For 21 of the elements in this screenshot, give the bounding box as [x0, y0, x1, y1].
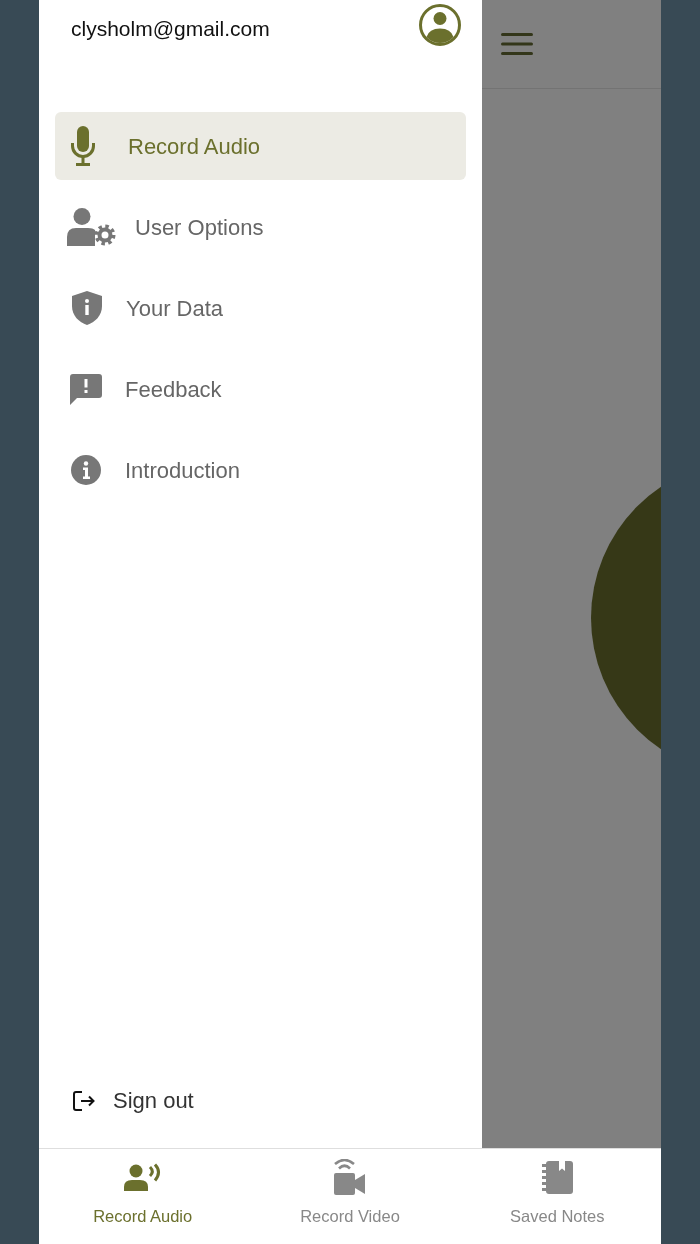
- drawer-menu-item[interactable]: User Options: [55, 193, 466, 261]
- drawer-menu-item[interactable]: Your Data: [55, 274, 466, 342]
- bottom-tab[interactable]: Saved Notes: [453, 1149, 661, 1244]
- drawer-menu-item[interactable]: Feedback: [55, 355, 466, 423]
- microphone-icon: [70, 126, 96, 166]
- drawer-menu-item[interactable]: Introduction: [55, 436, 466, 504]
- video-camera-icon: [334, 1159, 366, 1195]
- drawer-menu-item[interactable]: Record Audio: [55, 112, 466, 180]
- sign-out-icon: [73, 1091, 95, 1111]
- shield-icon: [72, 291, 102, 325]
- bottom-tab[interactable]: Record Video: [246, 1149, 454, 1244]
- user-avatar-icon[interactable]: [419, 4, 461, 46]
- menu-icon[interactable]: [501, 33, 533, 55]
- user-gear-icon: [67, 208, 116, 246]
- account-email: clysholm@gmail.com: [71, 17, 270, 41]
- sign-out-button[interactable]: Sign out: [73, 1088, 194, 1114]
- info-icon: [71, 455, 101, 485]
- notebook-icon: [541, 1160, 573, 1194]
- bottom-tab[interactable]: Record Audio: [39, 1149, 247, 1244]
- speech-bubble-icon: [70, 373, 102, 405]
- speaking-person-icon: [123, 1163, 162, 1191]
